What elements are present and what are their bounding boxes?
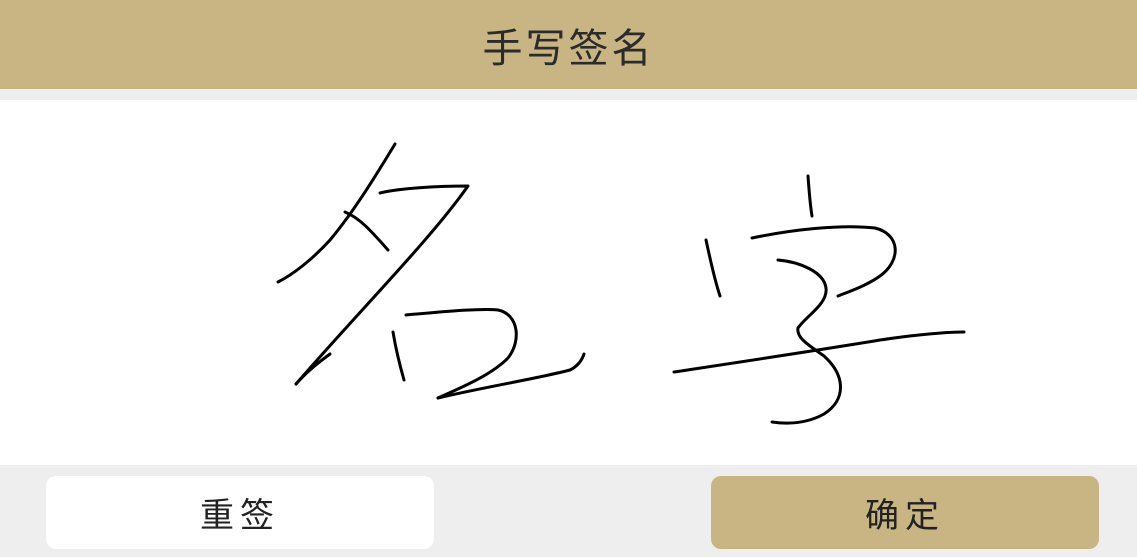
stroke-7: [436, 352, 586, 400]
stroke-10: [750, 225, 897, 298]
stroke-2: [343, 210, 390, 252]
page-title: 手写签名: [482, 25, 655, 72]
signature-screen: 手写签名 重签 确定: [0, 0, 1137, 557]
confirm-button[interactable]: 确定: [711, 476, 1099, 549]
signature-strokes: [276, 142, 966, 425]
stroke-9: [704, 238, 722, 298]
footer-bar: 重签 确定: [0, 465, 1137, 557]
stroke-8: [806, 174, 814, 218]
stroke-11: [770, 258, 842, 425]
stroke-1: [276, 142, 397, 284]
resign-button[interactable]: 重签: [46, 476, 434, 549]
stroke-5: [391, 330, 406, 382]
stroke-4: [294, 352, 332, 386]
signature-pad[interactable]: [0, 100, 1137, 465]
header-bar: 手写签名: [0, 0, 1137, 89]
stroke-3: [294, 184, 470, 386]
